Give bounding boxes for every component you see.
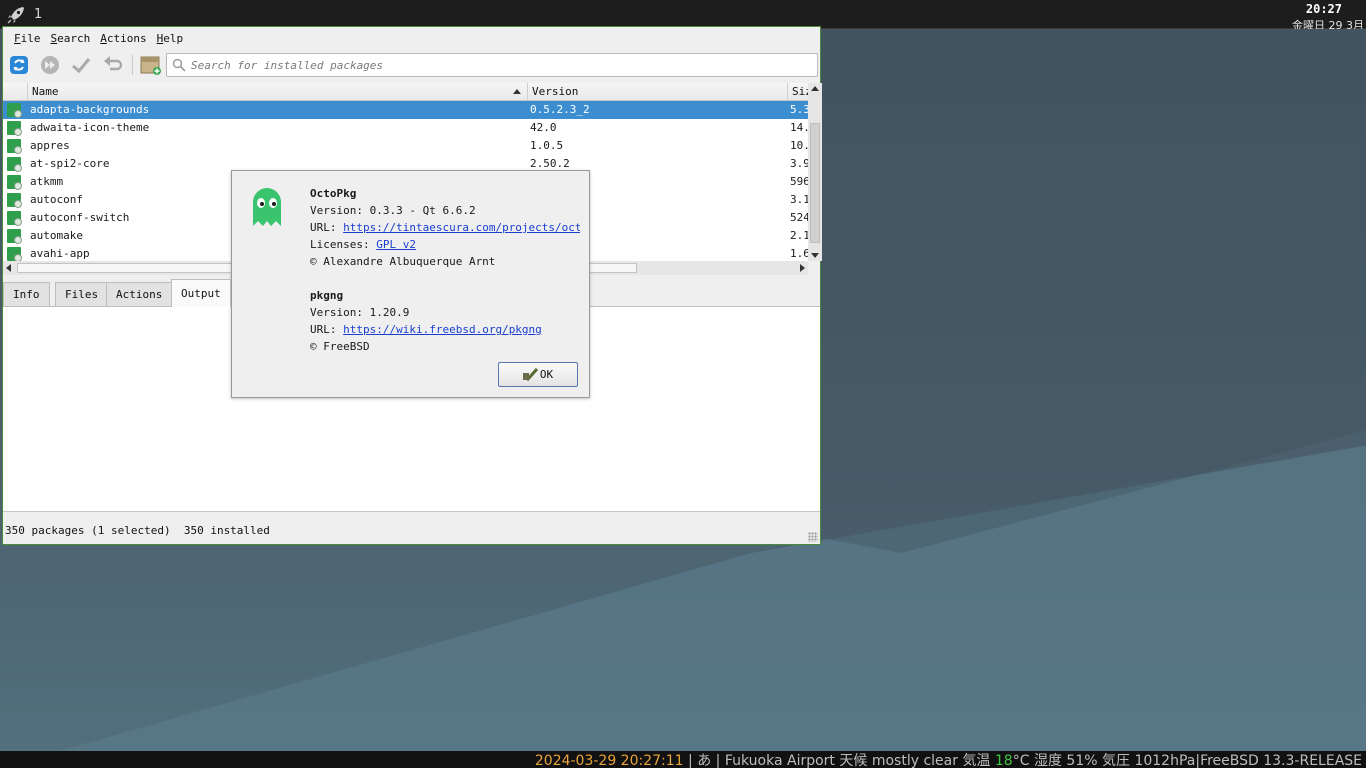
temperature-unit: °C [1012,753,1030,768]
installed-package-icon [7,193,22,208]
pressure-label: 気圧 [1101,753,1130,768]
rollback-undo-icon[interactable] [101,54,123,76]
package-name: appres [30,139,70,152]
about-backend-url-line: URL: https://wiki.freebsd.org/pkgng [310,323,542,336]
scroll-down-arrow-icon[interactable] [811,253,819,258]
toolbar [3,49,820,81]
installed-package-icon [7,229,22,244]
table-header: Name Version Siz [3,83,808,101]
package-size: 596 [790,175,808,188]
package-size: 3.1 [790,193,808,206]
installed-package-icon [7,247,22,261]
ok-check-icon [522,367,538,381]
tab-output[interactable]: Output [171,279,231,307]
menu-help[interactable]: Help [152,32,189,45]
backend-url-link[interactable]: https://wiki.freebsd.org/pkgng [343,323,542,336]
clock-date: 金曜日 29 3月 [1292,19,1364,29]
sync-database-icon[interactable] [8,54,30,76]
scroll-right-arrow-icon[interactable] [800,264,805,272]
pressure-value: 1012hPa [1134,753,1196,768]
tab-info[interactable]: Info [3,282,50,307]
table-vertical-scrollbar[interactable] [808,83,822,261]
installed-package-icon [7,103,22,118]
package-size: 1.6 [790,247,808,260]
about-backend-name: pkgng [310,289,344,302]
scroll-left-arrow-icon[interactable] [6,264,11,272]
package-size: 2.1 [790,229,808,242]
about-backend-copyright: © FreeBSD [310,340,370,353]
about-dialog: OctoPkg Version: 0.3.3 - Qt 6.6.2 URL: h… [231,170,590,398]
column-header-size[interactable]: Siz [787,83,808,101]
package-size: 3.9 [790,157,808,170]
column-header-name[interactable]: Name [27,83,527,101]
install-local-package-icon[interactable] [140,54,162,76]
about-app-copyright: © Alexandre Albuquerque Arnt [310,255,496,268]
menu-search[interactable]: Search [46,32,96,45]
search-box[interactable] [166,53,818,77]
temperature-value: 18 [994,753,1013,768]
humidity-label: 湿度 [1033,753,1062,768]
menu-actions[interactable]: Actions [95,32,151,45]
package-size: 10. [790,139,808,152]
humidity-value: 51% [1066,753,1098,768]
about-text: OctoPkg Version: 0.3.3 - Qt 6.6.2 URL: h… [310,185,580,355]
app-url-link[interactable]: https://tintaescura.com/projects/octopkg [343,221,580,234]
package-version: 1.0.5 [530,139,564,152]
table-row[interactable]: appres 1.0.5 10. [3,137,808,155]
package-size: 14. [790,121,808,134]
table-row[interactable]: adapta-backgrounds 0.5.2.3_2 5.3 [3,101,808,119]
package-version: 0.5.2.3_2 [530,103,590,116]
input-method-indicator[interactable]: あ [697,753,711,768]
about-app-name: OctoPkg [310,187,357,200]
os-version: FreeBSD 13.3-RELEASE [1200,753,1362,768]
clock-time[interactable]: 20:27 [1306,2,1342,16]
status-packages: 350 packages (1 selected) [5,524,171,537]
license-link[interactable]: GPL v2 [376,238,416,251]
rocket-launcher-icon[interactable] [6,5,26,25]
system-upgrade-icon[interactable] [39,54,61,76]
commit-check-icon[interactable] [70,54,92,76]
package-name: adapta-backgrounds [30,103,150,116]
bottom-datetime: 2024-03-29 20:27:11 [534,753,684,768]
installed-package-icon [7,121,22,136]
package-size: 524 [790,211,808,224]
scroll-up-arrow-icon[interactable] [811,86,819,91]
installed-package-icon [7,139,22,154]
package-name: adwaita-icon-theme [30,121,150,134]
menu-file[interactable]: File [9,32,46,45]
tab-actions[interactable]: Actions [106,282,173,307]
temperature-label: 気温 [962,753,991,768]
weather-condition: mostly clear [871,753,958,768]
about-backend-version: Version: 1.20.9 [310,306,410,319]
column-header-icon[interactable] [3,83,27,101]
resize-grip-icon[interactable] [808,532,818,542]
installed-package-icon [7,175,22,190]
search-icon [172,58,186,72]
bottom-status-panel: 2024-03-29 20:27:11 | あ | Fukuoka Airpor… [0,751,1366,768]
package-version: 42.0 [530,121,557,134]
weather-label: 天候 [839,753,868,768]
menubar: File Search Actions Help [3,27,820,49]
toolbar-separator [132,55,133,75]
status-bar: 350 packages (1 selected) 350 installed [5,524,270,537]
octopkg-ghost-logo-icon [253,188,281,226]
ok-button-label: OK [539,368,554,381]
search-input[interactable] [191,57,801,73]
about-app-version: Version: 0.3.3 - Qt 6.6.2 [310,204,476,217]
package-size: 5.3 [790,103,808,116]
column-header-version[interactable]: Version [527,83,787,101]
about-app-url-line: URL: https://tintaescura.com/projects/oc… [310,219,580,236]
weather-location: Fukuoka Airport [724,753,835,768]
about-license-line: Licenses: GPL v2 [310,238,416,251]
top-panel: 1 20:27 金曜日 29 3月 [0,0,1366,29]
installed-package-icon [7,157,22,172]
table-row[interactable]: adwaita-icon-theme 42.0 14. [3,119,808,137]
vertical-scroll-thumb[interactable] [810,123,820,243]
sort-ascending-icon [513,89,521,94]
workspace-number[interactable]: 1 [34,7,42,22]
tab-files[interactable]: Files [55,282,109,307]
ok-button[interactable]: OK [498,362,578,387]
status-installed: 350 installed [183,524,270,537]
installed-package-icon [7,211,22,226]
